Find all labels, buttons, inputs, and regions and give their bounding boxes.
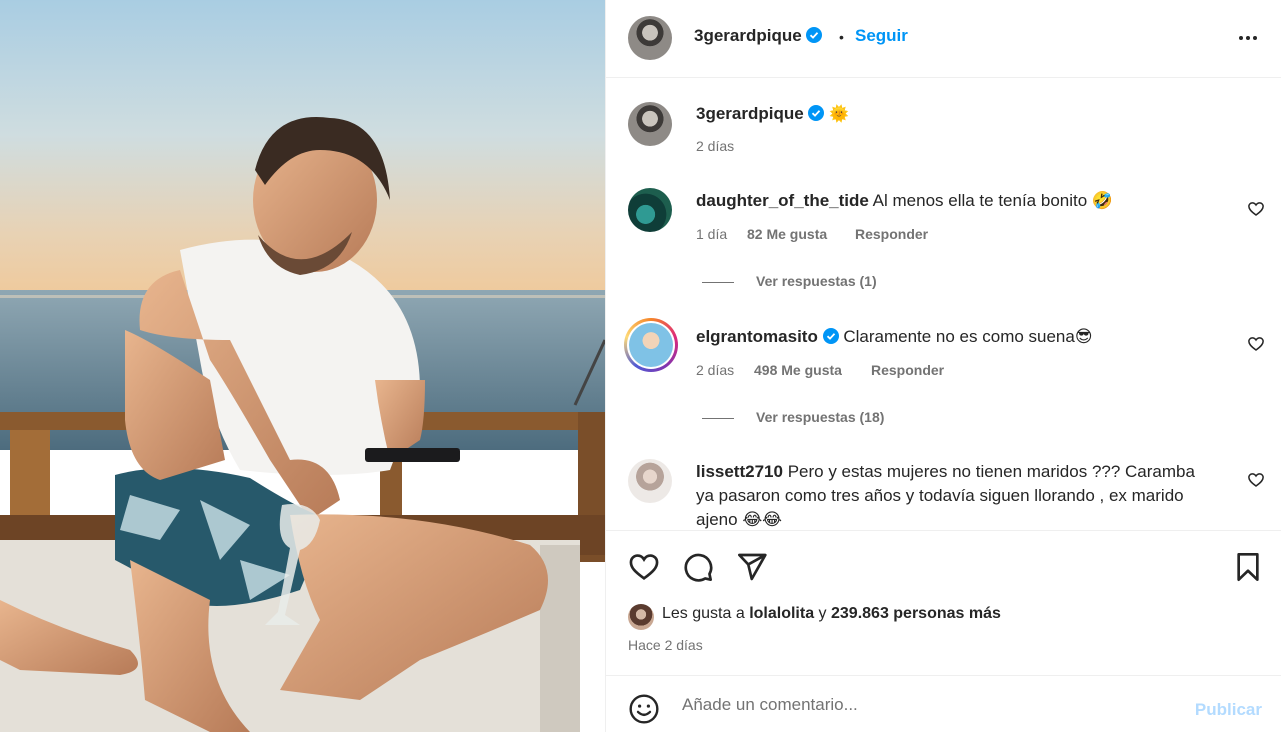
comment-like-icon[interactable]: [1247, 471, 1265, 489]
emoji-icon[interactable]: [628, 693, 660, 725]
caption-text: 🌞: [829, 106, 850, 123]
comment-like-icon[interactable]: [1247, 200, 1265, 218]
comment-like-icon[interactable]: [1247, 335, 1265, 353]
follow-button[interactable]: Seguir: [855, 26, 908, 46]
author-username-text[interactable]: 3gerardpique: [694, 26, 802, 45]
likes-count[interactable]: 239.863 personas más: [831, 605, 1001, 622]
caption-username[interactable]: 3gerardpique 🌞: [696, 104, 849, 124]
comment-item: daughter_of_the_tide Al menos ella te te…: [696, 189, 1216, 213]
verified-icon: [806, 27, 823, 43]
author-avatar[interactable]: [628, 16, 672, 60]
comment-avatar[interactable]: [624, 318, 678, 372]
view-replies-text[interactable]: Ver respuestas (18): [756, 409, 884, 425]
replies-line: [702, 417, 734, 419]
post-panel: 3gerardpique • Seguir 3gerardpique 🌞 2 d…: [605, 0, 1281, 732]
comment-username[interactable]: daughter_of_the_tide: [696, 191, 869, 210]
verified-icon: [808, 105, 825, 121]
comment-username[interactable]: elgrantomasito: [696, 327, 818, 346]
share-icon[interactable]: [736, 551, 768, 583]
caption-age[interactable]: 2 días: [696, 138, 734, 154]
likes-prefix: Les gusta a: [662, 605, 745, 622]
liker-avatar[interactable]: [628, 604, 654, 630]
more-options-icon[interactable]: [1236, 26, 1260, 50]
reply-button-text[interactable]: Responder: [855, 226, 928, 242]
comment-icon[interactable]: [682, 551, 714, 583]
comment-likes-text[interactable]: 82 Me gusta: [747, 226, 827, 242]
comment-age[interactable]: 1 día: [696, 226, 727, 242]
comment-likes[interactable]: 82 Me gusta: [747, 226, 827, 242]
comment-item: lissett2710 Pero y estas mujeres no tien…: [696, 460, 1216, 530]
view-replies-button[interactable]: Ver respuestas (18): [702, 409, 884, 425]
post-photo: [0, 0, 605, 732]
replies-line: [702, 281, 734, 283]
verified-icon: [822, 328, 839, 344]
header-separator: •: [839, 29, 844, 45]
comment-composer: Publicar: [606, 675, 1281, 732]
likes-joiner: y: [818, 605, 827, 622]
reply-button[interactable]: Responder: [871, 362, 944, 378]
comment-age[interactable]: 2 días: [696, 362, 734, 378]
post-actions: [606, 530, 1281, 675]
comment-likes[interactable]: 498 Me gusta: [754, 362, 842, 378]
likes-summary: Les gusta a lolalolita y 239.863 persona…: [662, 605, 1001, 623]
comment-username[interactable]: lissett2710: [696, 462, 783, 481]
post-timestamp[interactable]: Hace 2 días: [628, 637, 703, 653]
avatar-image: [629, 323, 673, 367]
caption-username-text[interactable]: 3gerardpique: [696, 104, 804, 123]
comment-avatar[interactable]: [628, 188, 672, 232]
liker-username[interactable]: lolalolita: [749, 605, 814, 622]
publish-button[interactable]: Publicar: [1195, 700, 1262, 720]
comment-likes-text[interactable]: 498 Me gusta: [754, 362, 842, 378]
comment-text: Al menos ella te tenía bonito 🤣: [872, 191, 1114, 210]
heart-icon[interactable]: [628, 551, 660, 583]
caption-avatar[interactable]: [628, 102, 672, 146]
post-header: 3gerardpique • Seguir: [606, 0, 1281, 78]
save-icon[interactable]: [1232, 551, 1264, 583]
comment-text: Claramente no es como suena😎: [843, 327, 1093, 346]
comment-item: elgrantomasito Claramente no es como sue…: [696, 325, 1216, 349]
view-replies-text[interactable]: Ver respuestas (1): [756, 273, 877, 289]
view-replies-button[interactable]: Ver respuestas (1): [702, 273, 877, 289]
author-username[interactable]: 3gerardpique: [694, 26, 823, 46]
reply-button-text[interactable]: Responder: [871, 362, 944, 378]
comment-avatar[interactable]: [628, 459, 672, 503]
comment-input[interactable]: [682, 690, 1152, 720]
reply-button[interactable]: Responder: [855, 226, 928, 242]
